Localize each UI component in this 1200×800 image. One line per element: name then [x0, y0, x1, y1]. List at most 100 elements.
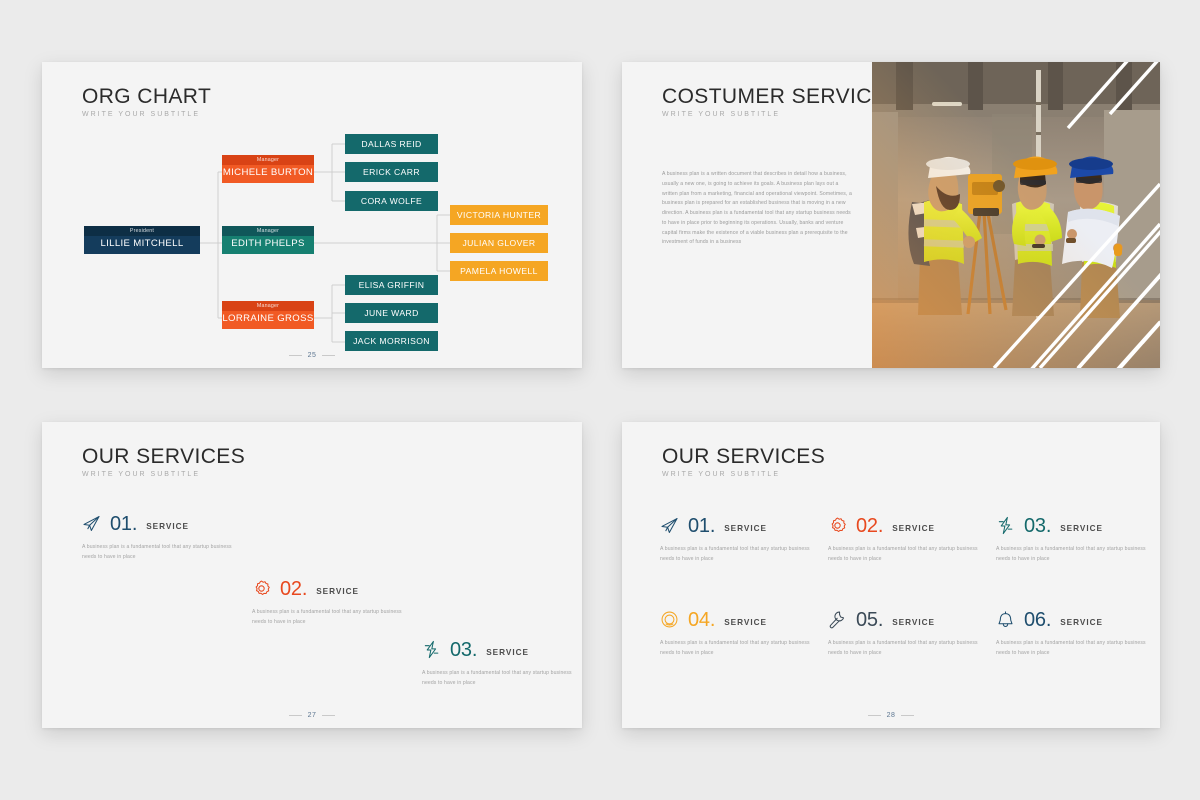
service-heading: 03. SERVICE	[996, 514, 1148, 537]
bell-icon	[998, 611, 1013, 627]
service-number: 01.	[688, 514, 716, 537]
page-footer: 25	[42, 352, 582, 359]
service-number: 02.	[856, 514, 884, 537]
wrench-icon	[829, 611, 845, 629]
slide-customer-services[interactable]: COSTUMER SERVICES WRITE YOUR SUBTITLE A …	[622, 62, 1160, 368]
service-item-02[interactable]: 02. SERVICE A business plan is a fundame…	[828, 516, 980, 564]
slide-org-chart[interactable]: ORG CHART WRITE YOUR SUBTITLE President …	[42, 62, 582, 368]
slide-deck-preview-board: ORG CHART WRITE YOUR SUBTITLE President …	[0, 0, 1200, 800]
service-heading: 02. SERVICE	[252, 577, 404, 600]
service-number: 02.	[280, 577, 308, 600]
body-paragraph: A business plan is a written document th…	[662, 171, 852, 246]
slide-our-services-three[interactable]: OUR SERVICES WRITE YOUR SUBTITLE 01. SER…	[42, 422, 582, 728]
service-item-05[interactable]: 05. SERVICE A business plan is a fundame…	[828, 610, 980, 658]
service-description: A business plan is a fundamental tool th…	[660, 640, 810, 657]
slide-header: OUR SERVICES WRITE YOUR SUBTITLE	[662, 446, 825, 478]
service-heading: 01. SERVICE	[82, 512, 234, 535]
service-label: SERVICE	[892, 618, 935, 627]
service-label: SERVICE	[724, 618, 767, 627]
org-leaf-dallas-reid[interactable]: DALLAS REID	[345, 134, 438, 154]
service-label: SERVICE	[892, 524, 935, 533]
service-label: SERVICE	[146, 522, 189, 531]
org-node-name: MICHELE BURTON	[222, 167, 314, 179]
org-node-role: Manager	[222, 301, 314, 311]
page-subtitle: WRITE YOUR SUBTITLE	[82, 471, 200, 478]
service-label: SERVICE	[1060, 524, 1103, 533]
org-leaf-pamela-howell[interactable]: PAMELA HOWELL	[450, 261, 548, 281]
service-number: 01.	[110, 512, 138, 535]
org-node-manager-phelps[interactable]: Manager EDITH PHELPS	[222, 226, 314, 254]
service-description: A business plan is a fundamental tool th…	[996, 640, 1146, 657]
service-label: SERVICE	[316, 587, 359, 596]
service-number: 04.	[688, 608, 716, 631]
org-node-name: LORRAINE GROSS	[222, 313, 314, 325]
service-heading: 03. SERVICE	[422, 638, 574, 661]
gear-icon	[255, 580, 270, 596]
footer-dash-right	[322, 715, 336, 716]
org-leaf-erick-carr[interactable]: ERICK CARR	[345, 162, 438, 182]
slide-header: COSTUMER SERVICES WRITE YOUR SUBTITLE	[662, 86, 901, 118]
gear-icon	[831, 517, 846, 533]
service-description: A business plan is a fundamental tool th…	[828, 640, 978, 657]
service-description: A business plan is a fundamental tool th…	[422, 670, 572, 687]
page-subtitle: WRITE YOUR SUBTITLE	[662, 111, 780, 118]
service-label: SERVICE	[724, 524, 767, 533]
org-node-role: Manager	[222, 226, 314, 236]
service-item-06[interactable]: 06. SERVICE A business plan is a fundame…	[996, 610, 1148, 658]
org-leaf-june-ward[interactable]: JUNE WARD	[345, 303, 438, 323]
org-node-role: President	[84, 226, 200, 236]
footer-dash-right	[901, 715, 915, 716]
footer-dash-right	[322, 355, 336, 356]
page-number: 27	[307, 712, 317, 719]
org-leaf-jack-morrison[interactable]: JACK MORRISON	[345, 331, 438, 351]
page-footer: 28	[622, 712, 1160, 719]
slide-our-services-six[interactable]: OUR SERVICES WRITE YOUR SUBTITLE 01. SER…	[622, 422, 1160, 728]
service-label: SERVICE	[1060, 618, 1103, 627]
target-circle-icon	[661, 611, 678, 628]
service-description: A business plan is a fundamental tool th…	[252, 609, 402, 626]
paper-plane-icon	[83, 516, 100, 531]
page-number: 28	[886, 712, 896, 719]
service-heading: 05. SERVICE	[828, 608, 980, 631]
page-number: 25	[307, 352, 317, 359]
service-label: SERVICE	[486, 648, 529, 657]
org-leaf-julian-glover[interactable]: JULIAN GLOVER	[450, 233, 548, 253]
org-node-name: EDITH PHELPS	[231, 238, 305, 250]
page-subtitle: WRITE YOUR SUBTITLE	[662, 471, 780, 478]
service-item-01[interactable]: 01. SERVICE A business plan is a fundame…	[82, 514, 234, 562]
lightning-bolt-icon	[998, 516, 1013, 535]
paper-plane-icon	[661, 518, 678, 533]
service-item-04[interactable]: 04. SERVICE A business plan is a fundame…	[660, 610, 812, 658]
diagonal-stripes-overlay	[992, 62, 1160, 368]
footer-dash-left	[867, 715, 881, 716]
service-item-02[interactable]: 02. SERVICE A business plan is a fundame…	[252, 579, 404, 627]
photo-construction-surveyors	[872, 62, 1160, 368]
service-item-01[interactable]: 01. SERVICE A business plan is a fundame…	[660, 516, 812, 564]
org-leaf-cora-wolfe[interactable]: CORA WOLFE	[345, 191, 438, 211]
org-leaf-elisa-griffin[interactable]: ELISA GRIFFIN	[345, 275, 438, 295]
service-item-03[interactable]: 03. SERVICE A business plan is a fundame…	[422, 640, 574, 688]
org-leaf-victoria-hunter[interactable]: VICTORIA HUNTER	[450, 205, 548, 225]
service-description: A business plan is a fundamental tool th…	[82, 544, 232, 561]
org-chart: President LILLIE MITCHELL Manager MICHEL…	[42, 62, 582, 368]
page-title: OUR SERVICES	[662, 445, 826, 468]
page-title: COSTUMER SERVICES	[662, 85, 901, 108]
org-node-manager-gross[interactable]: Manager LORRAINE GROSS	[222, 301, 314, 329]
page-footer: 27	[42, 712, 582, 719]
service-number: 05.	[856, 608, 884, 631]
org-node-role: Manager	[222, 155, 314, 165]
service-heading: 06. SERVICE	[996, 610, 1148, 630]
service-description: A business plan is a fundamental tool th…	[660, 546, 810, 563]
page-title: OUR SERVICES	[82, 445, 246, 468]
org-node-president[interactable]: President LILLIE MITCHELL	[84, 226, 200, 254]
org-node-manager-burton[interactable]: Manager MICHELE BURTON	[222, 155, 314, 183]
lightning-bolt-icon	[424, 640, 439, 659]
service-item-03[interactable]: 03. SERVICE A business plan is a fundame…	[996, 516, 1148, 564]
service-heading: 01. SERVICE	[660, 514, 812, 537]
footer-dash-left	[288, 355, 302, 356]
service-number: 03.	[1024, 514, 1052, 537]
service-number: 03.	[450, 638, 478, 661]
service-description: A business plan is a fundamental tool th…	[996, 546, 1146, 563]
slide-header: OUR SERVICES WRITE YOUR SUBTITLE	[82, 446, 245, 478]
service-heading: 02. SERVICE	[828, 514, 980, 537]
